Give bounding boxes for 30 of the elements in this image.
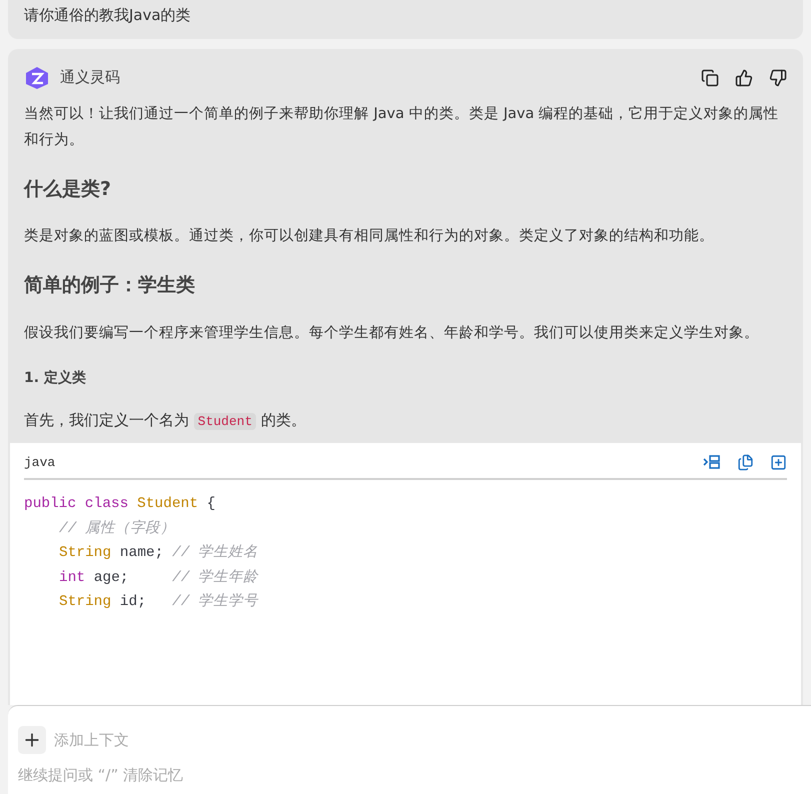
- user-message: 请你通俗的教我Java的类: [8, 0, 803, 38]
- thumbs-up-icon: [735, 68, 753, 86]
- thumbs-up-button[interactable]: [735, 68, 753, 86]
- paragraph: 首先，我们定义一个名为 Student 的类。: [24, 410, 308, 432]
- thumbs-down-icon: [769, 68, 787, 86]
- copy-icon: [737, 454, 754, 471]
- code-language: java: [24, 454, 56, 472]
- paragraph: 假设我们要编写一个程序来管理学生信息。每个学生都有姓名、年龄和学号。我们可以使用类来定义学生对象。: [24, 324, 760, 342]
- copy-icon: [701, 68, 719, 86]
- subsection-heading: 1. 定义类: [24, 368, 87, 388]
- assistant-name: 通义灵码: [60, 67, 120, 88]
- code-line: // 属性（字段）: [58, 518, 176, 538]
- code-line: public class Student {: [24, 495, 216, 514]
- add-context-label: 添加上下文: [54, 730, 129, 751]
- insert-button[interactable]: [703, 453, 721, 472]
- paragraph: 当然可以！让我们通过一个简单的例子来帮助你理解 Java 中的类。类是 Java 编程的基础，它用于定义对象的属性和行为。: [24, 104, 780, 150]
- copy-button[interactable]: [701, 68, 719, 86]
- paragraph: 类是对象的蓝图或模板。通过类，你可以创建具有相同属性和行为的对象。类定义了对象的结构和功能。: [24, 226, 715, 246]
- plus-square-icon: [770, 454, 787, 471]
- new-file-button[interactable]: [770, 453, 787, 472]
- code-line: int age; // 学生年龄: [58, 568, 258, 588]
- add-context-button[interactable]: [18, 726, 46, 754]
- copy-code-button[interactable]: [737, 453, 754, 472]
- insert-icon: [703, 453, 721, 472]
- code-line: String name; // 学生姓名: [58, 543, 258, 563]
- thumbs-down-button[interactable]: [769, 68, 787, 86]
- section-heading: 简单的例子：学生类: [24, 273, 196, 298]
- code-line: String id; // 学生学号: [58, 592, 258, 612]
- section-heading: 什么是类?: [24, 176, 112, 202]
- question-input[interactable]: 继续提问或 “/” 清除记忆: [18, 764, 801, 786]
